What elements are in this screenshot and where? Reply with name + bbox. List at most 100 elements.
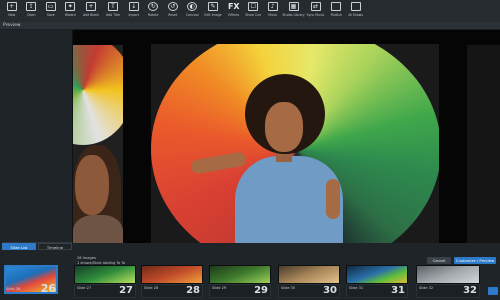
thumbnail-number: 29 — [254, 285, 268, 296]
thumbnail-image — [278, 265, 340, 284]
umbrella-shape — [73, 45, 123, 145]
toolbar-button-rotate[interactable]: ↻ Rotate — [144, 0, 164, 22]
save-icon: ▭ — [45, 2, 56, 11]
preview-label: Preview — [3, 23, 21, 28]
sync-music-icon: ⇄ — [310, 2, 321, 11]
thumbnail-meta: Slide 32 32 — [416, 284, 480, 298]
toolbar-button-label: At Shows — [348, 13, 364, 17]
toolbar-button-label: Show Cue — [245, 13, 262, 17]
toolbar-button-label: Add Blank — [82, 13, 100, 17]
thumbnail-number: 31 — [391, 285, 405, 296]
filmstrip-thumbnail[interactable]: Slide 30 30 — [278, 265, 340, 298]
toolbar-button-label: Import — [128, 13, 140, 17]
toolbar-button-edit-image[interactable]: ✎ Edit Image — [202, 0, 224, 22]
toolbar-button-publish[interactable]: Publish — [327, 0, 347, 22]
thumbnail-label: Slide 27 — [77, 286, 92, 290]
toolbar-button-import[interactable]: ↓ Import — [124, 0, 144, 22]
main-toolbar: + New ⇪ Open ▭ Save ✦ Wizard + Add Blank T Add Titl… — [0, 0, 500, 22]
toolbar-button-studio-library[interactable]: ▦ Studio Library — [282, 0, 305, 22]
toolbar-button-music[interactable]: ♪ Music — [263, 0, 283, 22]
filmstrip-end-icon[interactable] — [488, 287, 498, 295]
rotate-icon: ↻ — [148, 2, 159, 11]
toolbar-button-label: New — [8, 13, 16, 17]
filmstrip-thumbnail[interactable]: Slide 26 26 — [4, 265, 58, 298]
customize-button[interactable]: Customize / Preview — [454, 257, 496, 264]
toolbar-button-effects[interactable]: FX Effects — [224, 0, 244, 22]
toolbar-button-add-title[interactable]: T Add Title — [102, 0, 124, 22]
previous-slide-image[interactable] — [73, 45, 123, 252]
toolbar-button-label: Save — [46, 13, 55, 17]
add-blank-icon: + — [86, 2, 96, 11]
filmstrip-thumbnail[interactable]: Slide 31 31 — [346, 265, 408, 298]
thumbnail-label: Slide 32 — [419, 286, 434, 290]
open-icon: ⇪ — [26, 2, 37, 11]
tab-timeline[interactable]: Timeline — [38, 243, 72, 250]
toolbar-button-wizard[interactable]: ✦ Wizard — [61, 0, 81, 22]
next-slide-image[interactable] — [467, 45, 500, 252]
thumbnail-image — [74, 265, 136, 284]
current-slide-image[interactable] — [151, 44, 439, 253]
toolbar-button-label: Effects — [228, 13, 240, 17]
toolbar-button-label: Music — [268, 13, 278, 17]
filmstrip-thumbnail[interactable]: Slide 28 28 — [141, 265, 203, 298]
toolbar-button-at-shows[interactable]: At Shows — [346, 0, 366, 22]
thumbnail-meta: Slide 27 27 — [74, 284, 136, 298]
toolbar-button-open[interactable]: ⇪ Open — [22, 0, 42, 22]
wizard-icon: ✦ — [65, 2, 76, 11]
toolbar-button-sync-music[interactable]: ⇄ Sync Music — [305, 0, 327, 22]
thumbnail-image — [346, 265, 408, 284]
thumbnail-number: 27 — [119, 285, 133, 296]
edit-image-icon: ✎ — [208, 2, 218, 11]
right-arm-shape — [326, 179, 340, 219]
tab-slide-list[interactable]: Slide List — [2, 243, 36, 250]
new-icon: + — [6, 2, 17, 11]
filmstrip-thumbnail[interactable]: Slide 29 29 — [209, 265, 271, 298]
toolbar-button-reset[interactable]: ↺ Reset — [163, 0, 183, 22]
filmstrip-thumbnail[interactable]: Slide 32 32 — [416, 265, 480, 298]
at-shows-icon — [350, 2, 361, 11]
reset-icon: ↺ — [167, 2, 178, 11]
add-title-icon: T — [108, 2, 118, 11]
preview-header: Preview — [0, 22, 500, 30]
toolbar-button-label: Studio Library — [282, 13, 305, 17]
thumbnail-image — [416, 265, 480, 284]
studio-library-icon: ▦ — [288, 2, 299, 11]
toolbar-button-add-blank[interactable]: + Add Blank — [80, 0, 102, 22]
show-cue-icon: ☐ — [248, 2, 259, 11]
left-panel: ⏮▶■⏭■⏸ — [0, 30, 73, 259]
thumbnail-meta: Slide 28 28 — [141, 284, 203, 298]
toolbar-button-label: Add Title — [105, 13, 120, 17]
thumbnail-label: Slide 28 — [144, 286, 159, 290]
toolbar-button-label: Open — [26, 13, 36, 17]
toolbar-button-label: Reset — [168, 13, 178, 17]
filmstrip-thumbnail[interactable]: Slide 27 27 — [74, 265, 136, 298]
toolbar-button-new[interactable]: + New — [2, 0, 22, 22]
preview-stage — [73, 30, 500, 253]
conceal-icon: ◐ — [187, 2, 198, 11]
toolbar-button-label: Conceal — [185, 13, 199, 17]
cancel-button[interactable]: Cancel — [427, 257, 451, 264]
thumbnail-meta: Slide 30 30 — [278, 284, 340, 298]
thumbnail-label: Slide 30 — [281, 286, 296, 290]
publish-icon — [331, 2, 342, 11]
face-shape — [265, 102, 303, 152]
music-icon: ♪ — [267, 2, 278, 11]
thumbnail-image — [141, 265, 203, 284]
thumbnail-image — [209, 265, 271, 284]
thumbnail-meta: Slide 29 29 — [209, 284, 271, 298]
thumbnail-meta: Slide 31 31 — [346, 284, 408, 298]
image-count: 26 Images — [77, 256, 96, 260]
effects-icon: FX — [227, 1, 240, 11]
toolbar-button-show-cue[interactable]: ☐ Show Cue — [244, 0, 264, 22]
thumbnail-label: Slide 29 — [212, 286, 227, 290]
filmstrip: Slide 26 26 Slide 27 27 Slide 28 28 Slide 29 29… — [0, 265, 500, 300]
thumbnail-number: 28 — [186, 285, 200, 296]
thumbnail-label: Slide 26 — [6, 287, 21, 291]
import-icon: ↓ — [128, 2, 139, 11]
toolbar-button-save[interactable]: ▭ Save — [41, 0, 61, 22]
toolbar-button-label: Sync Music — [306, 13, 325, 17]
face-shape — [75, 155, 109, 215]
thumbnail-label: Slide 31 — [349, 286, 364, 290]
toolbar-button-label: Wizard — [64, 13, 76, 17]
toolbar-button-conceal[interactable]: ◐ Conceal — [183, 0, 203, 22]
